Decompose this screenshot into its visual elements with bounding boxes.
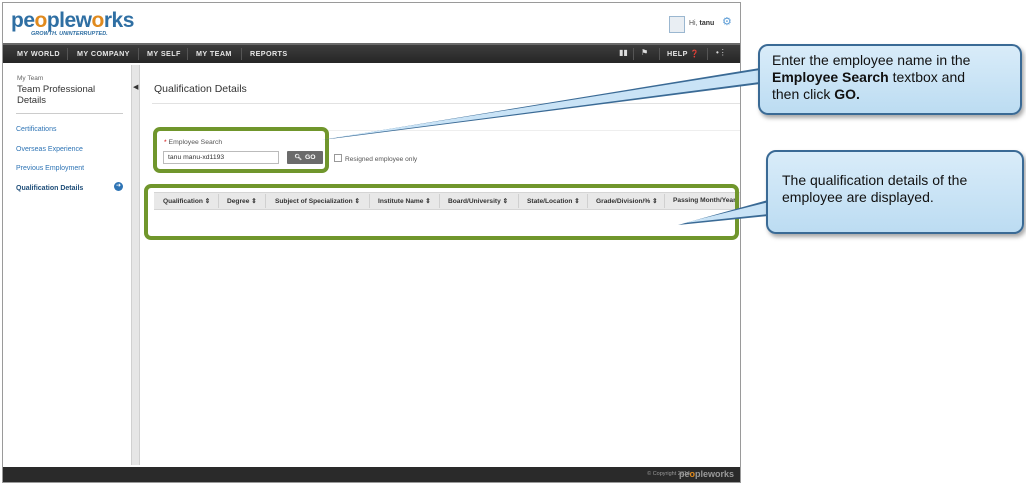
callout-1-text-2: textbox and (888, 69, 966, 85)
callout-1-bold: Employee Search (772, 69, 889, 85)
search-instruction-callout: Enter the employee name in the Employee … (758, 44, 1022, 115)
callout-2-text: The qualification details of the employe… (782, 172, 968, 205)
details-instruction-callout: The qualification details of the employe… (766, 150, 1024, 234)
callout-1-text-3: then click (772, 86, 835, 102)
callout-1-bold-2: GO. (834, 86, 860, 102)
callout-1-text: Enter the employee name in the (772, 52, 971, 68)
